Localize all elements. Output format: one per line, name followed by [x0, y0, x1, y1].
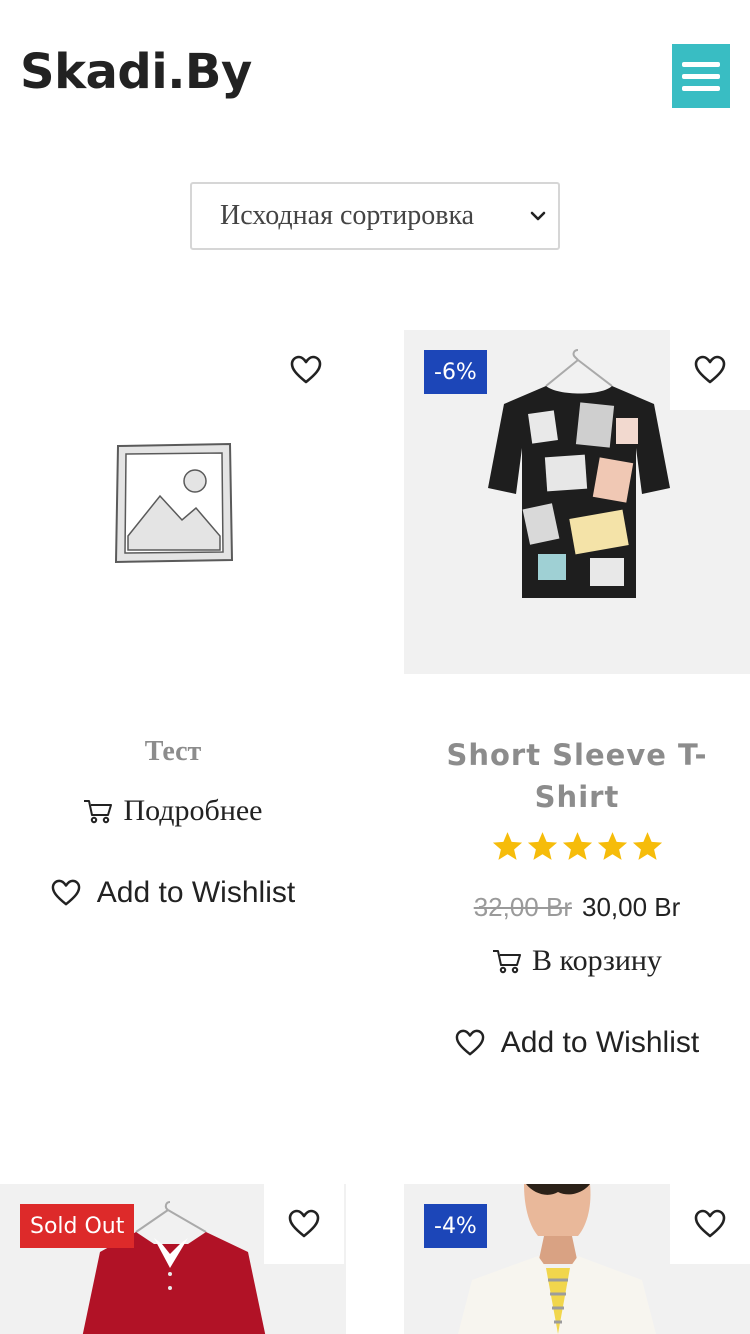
product-price: 32,00 Br 30,00 Br — [404, 892, 750, 923]
site-logo[interactable]: Skadi.By — [20, 44, 252, 100]
add-to-wishlist-link[interactable]: Add to Wishlist — [404, 1026, 750, 1060]
sort-select[interactable]: Исходная сортировка — [190, 182, 560, 250]
star-icon — [492, 832, 522, 860]
sort-select-value: Исходная сортировка — [220, 200, 475, 231]
cart-icon — [84, 800, 113, 824]
wishlist-toggle-button[interactable] — [670, 1184, 750, 1264]
read-more-button[interactable]: Подробнее — [0, 794, 346, 828]
read-more-label: Подробнее — [123, 794, 263, 827]
product-title[interactable]: Тест — [0, 736, 346, 768]
cart-icon — [493, 950, 522, 974]
heart-icon — [290, 355, 322, 384]
heart-icon — [694, 1209, 726, 1238]
product-card: -4% — [404, 1184, 750, 1334]
star-icon — [562, 832, 592, 860]
add-to-cart-button[interactable]: В корзину — [404, 944, 750, 978]
price-old: 32,00 Br — [473, 892, 572, 922]
add-to-wishlist-label: Add to Wishlist — [96, 876, 296, 909]
wishlist-toggle-button[interactable] — [266, 330, 346, 410]
sold-out-badge: Sold Out — [20, 1204, 135, 1248]
discount-badge: -4% — [424, 1204, 487, 1248]
star-icon — [632, 832, 662, 860]
hamburger-menu-button[interactable] — [672, 44, 730, 108]
star-icon — [597, 832, 627, 860]
product-image[interactable]: -4% — [404, 1184, 750, 1334]
product-card: Sold Out — [0, 1184, 346, 1334]
star-icon — [527, 832, 557, 860]
printed-tshirt-image — [488, 349, 670, 598]
product-card: Тест Подробнее Add to Wishlist — [0, 330, 346, 950]
product-image[interactable]: Sold Out — [0, 1184, 346, 1334]
add-to-wishlist-label: Add to Wishlist — [500, 1026, 700, 1059]
heart-icon — [694, 355, 726, 384]
wishlist-toggle-button[interactable] — [670, 330, 750, 410]
hamburger-menu-icon-bar — [682, 85, 720, 91]
discount-badge: -6% — [424, 350, 487, 394]
heart-icon — [51, 879, 81, 906]
hamburger-menu-icon-bar — [682, 73, 720, 79]
heart-icon — [288, 1209, 320, 1238]
site-header: Skadi.By — [0, 0, 750, 150]
add-to-cart-label: В корзину — [532, 944, 662, 977]
chevron-down-icon — [530, 211, 546, 221]
product-title[interactable]: Short Sleeve T-Shirt — [424, 734, 730, 818]
add-to-wishlist-link[interactable]: Add to Wishlist — [0, 876, 346, 910]
wishlist-toggle-button[interactable] — [264, 1184, 344, 1264]
heart-icon — [455, 1029, 485, 1056]
product-card: -6% Short Sleeve T-Shirt 32,00 Br 30,00 … — [404, 330, 750, 1100]
price-current: 30,00 Br — [582, 892, 681, 922]
product-image[interactable] — [0, 330, 346, 674]
product-image[interactable]: -6% — [404, 330, 750, 674]
placeholder-image-icon — [114, 442, 234, 564]
hamburger-menu-icon — [682, 61, 720, 67]
rating-stars — [404, 830, 750, 863]
